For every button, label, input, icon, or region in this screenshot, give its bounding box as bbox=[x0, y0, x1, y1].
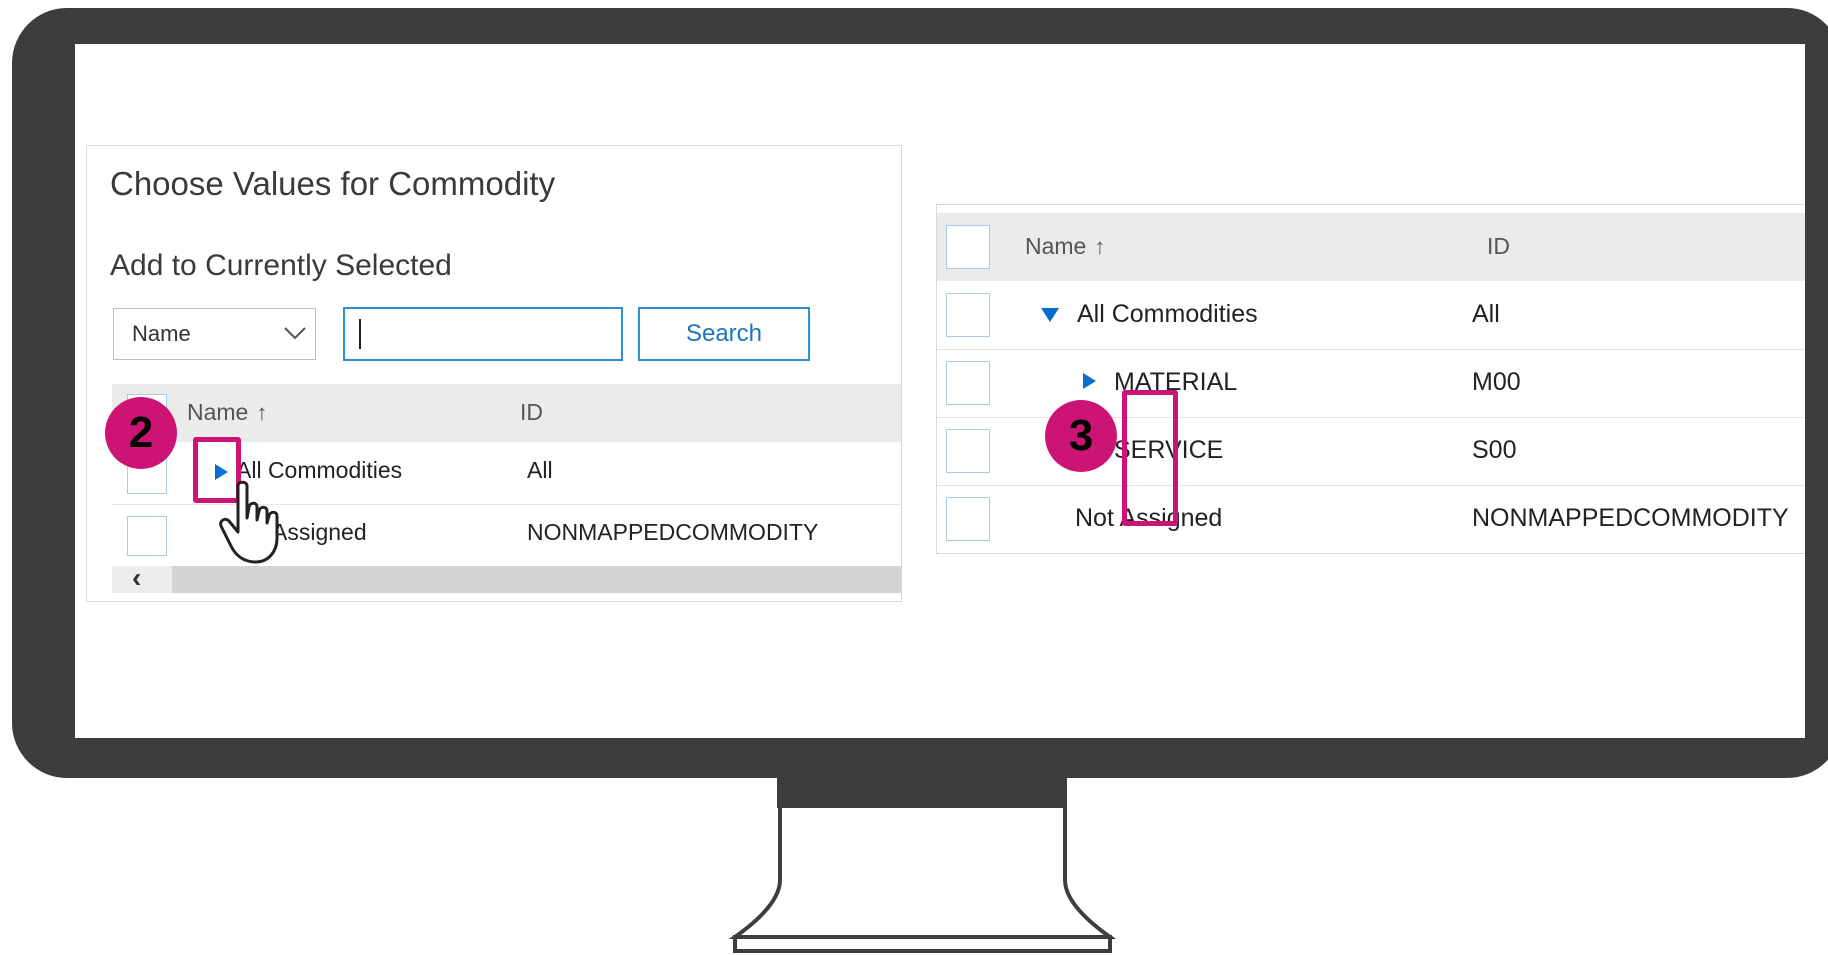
monitor-stand bbox=[728, 778, 1117, 953]
